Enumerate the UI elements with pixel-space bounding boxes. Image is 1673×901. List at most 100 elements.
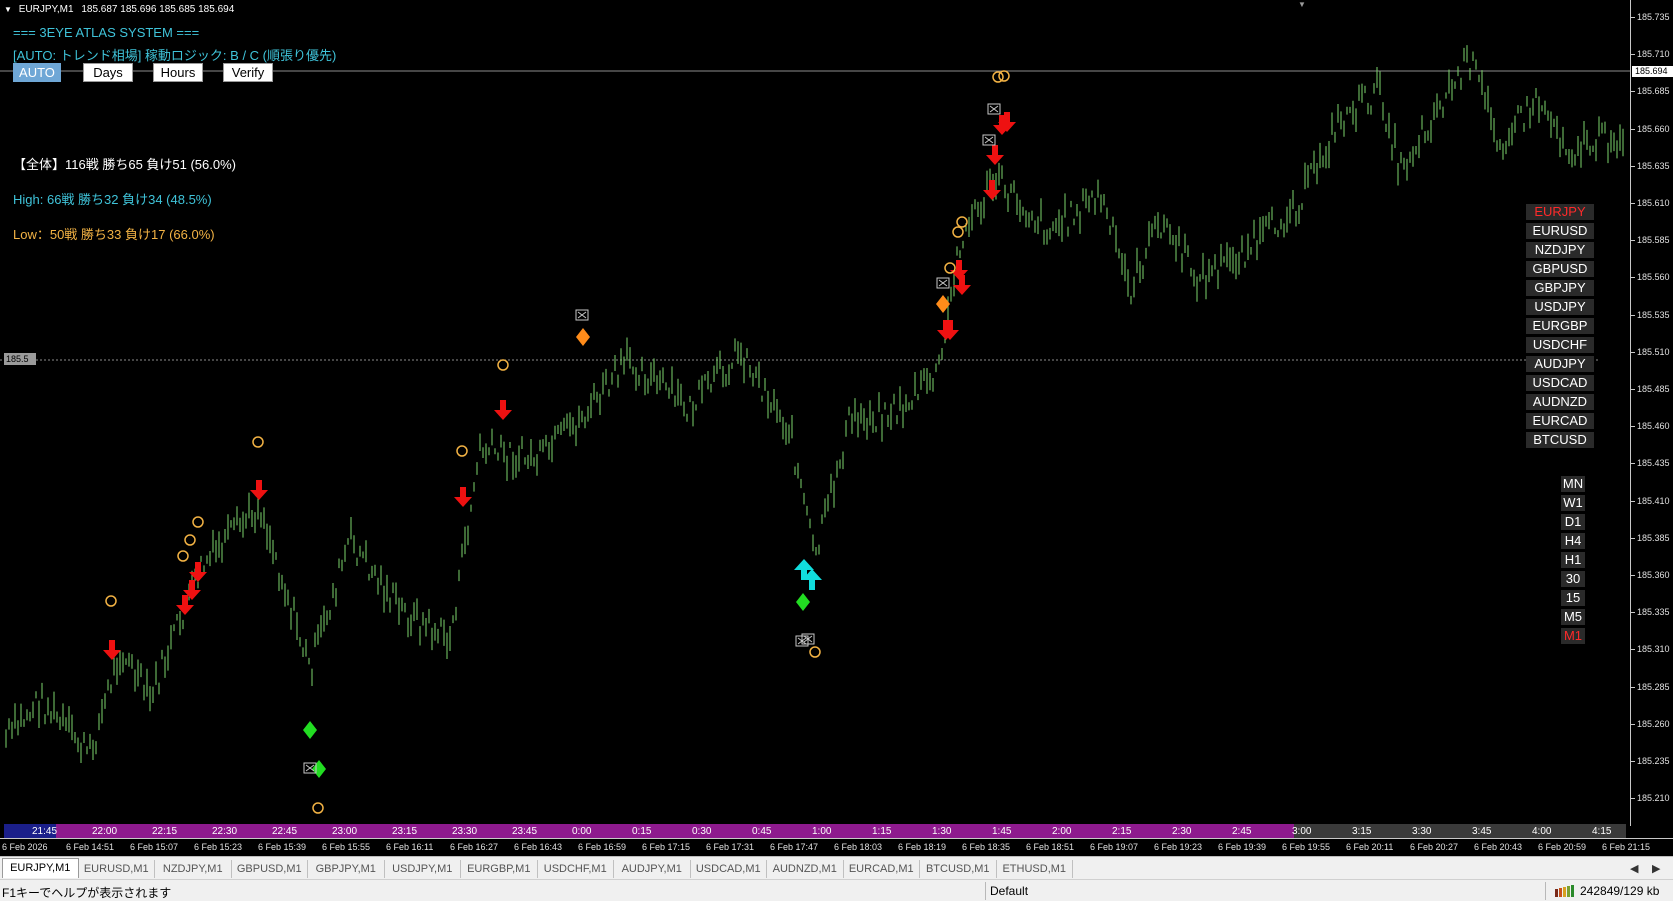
price-tick-mark [1631, 723, 1635, 725]
symbol-button-usdjpy[interactable]: USDJPY [1526, 299, 1594, 315]
price-tick-mark [1631, 463, 1635, 465]
time-axis-label: 6 Feb 16:11 [386, 842, 434, 852]
session-time-label: 3:00 [1292, 826, 1312, 837]
symbol-button-btcusd[interactable]: BTCUSD [1526, 432, 1594, 448]
symbol-button-nzdjpy[interactable]: NZDJPY [1526, 242, 1594, 258]
symbol-button-eurusd[interactable]: EURUSD [1526, 223, 1594, 239]
chart-shift-marker-icon[interactable]: ▼ [1298, 0, 1306, 9]
hours-button[interactable]: Hours [153, 63, 203, 82]
time-axis-label: 6 Feb 18:19 [898, 842, 947, 852]
timeframe-button-mn[interactable]: MN [1561, 476, 1585, 492]
price-tick-label: 185.260 [1637, 718, 1670, 729]
price-tick-label: 185.535 [1637, 309, 1670, 320]
price-tick-mark [1631, 314, 1635, 316]
session-time-label: 1:45 [992, 826, 1012, 837]
entry-diamond-icon [303, 721, 317, 739]
timeframe-button-h1[interactable]: H1 [1561, 552, 1585, 568]
price-scale[interactable]: 185.735 185.710 185.685 185.660 185.635 185.6… [1630, 0, 1673, 826]
exit-circle-icon [192, 516, 204, 528]
sell-arrow-icon [986, 145, 1004, 165]
chart-tab-ethusd-m1[interactable]: ETHUSD,M1 [997, 860, 1073, 878]
price-tick-mark [1631, 686, 1635, 688]
sell-arrow-icon [983, 180, 1001, 200]
chart-tab-audnzd-m1[interactable]: AUDNZD,M1 [767, 860, 844, 878]
chart-tab-btcusd-m1[interactable]: BTCUSD,M1 [920, 860, 997, 878]
price-tick-mark [1631, 128, 1635, 130]
symbol-button-eurjpy[interactable]: EURJPY [1526, 204, 1594, 220]
symbol-button-eurgbp[interactable]: EURGBP [1526, 318, 1594, 334]
session-time-label: 0:15 [632, 826, 652, 837]
chart-tab-audjpy-m1[interactable]: AUDJPY,M1 [614, 860, 691, 878]
symbol-button-audjpy[interactable]: AUDJPY [1526, 356, 1594, 372]
price-tick-label: 185.285 [1637, 681, 1670, 692]
session-time-label: 0:00 [572, 826, 592, 837]
tab-scroll-right-icon[interactable]: ▶ [1652, 862, 1660, 875]
time-axis-label: 6 Feb 17:47 [770, 842, 819, 852]
chart-tab-usdchf-m1[interactable]: USDCHF,M1 [538, 860, 614, 878]
timeframe-button-d1[interactable]: D1 [1561, 514, 1585, 530]
connection-bars-icon[interactable] [1555, 885, 1577, 897]
symbol-button-usdchf[interactable]: USDCHF [1526, 337, 1594, 353]
symbol-button-usdcad[interactable]: USDCAD [1526, 375, 1594, 391]
chart-tab-eurgbp-m1[interactable]: EURGBP,M1 [461, 860, 538, 878]
status-bar: F1キーでヘルプが表示されます Default 242849/129 kb [0, 879, 1673, 901]
sell-arrow-icon [494, 400, 512, 420]
verify-button[interactable]: Verify [223, 63, 273, 82]
time-axis-label: 6 Feb 16:59 [578, 842, 627, 852]
price-tick-label: 185.360 [1637, 570, 1670, 580]
symbol-button-audnzd[interactable]: AUDNZD [1526, 394, 1594, 410]
chart-tab-strip: EURJPY,M1 EURUSD,M1 NZDJPY,M1 GBPUSD,M1 GBPJ… [0, 856, 1673, 879]
auto-button[interactable]: AUTO [13, 63, 61, 82]
timeframe-button-15[interactable]: 15 [1561, 590, 1585, 606]
chart-tab-usdcad-m1[interactable]: USDCAD,M1 [691, 860, 767, 878]
symbol-button-gbpusd[interactable]: GBPUSD [1526, 261, 1594, 277]
price-tick-label: 185.560 [1637, 272, 1670, 283]
chart-tab-gbpjpy-m1[interactable]: GBPJPY,M1 [308, 860, 385, 878]
price-tick-label: 185.235 [1637, 756, 1670, 766]
price-tick-label: 185.485 [1637, 384, 1670, 394]
session-time-label: 22:15 [152, 826, 178, 837]
session-time-label: 3:30 [1412, 826, 1432, 837]
status-traffic: 242849/129 kb [1580, 884, 1660, 898]
time-axis-label: 6 Feb 19:39 [1218, 842, 1267, 852]
exit-circle-icon [456, 445, 468, 457]
timeframe-button-30[interactable]: 30 [1561, 571, 1585, 587]
candlestick-chart[interactable] [0, 0, 1630, 826]
session-time-label: 2:00 [1052, 826, 1072, 837]
chart-tab-eurcad-m1[interactable]: EURCAD,M1 [844, 860, 920, 878]
price-chart[interactable]: ▼ ▼ EURJPY,M1 185.687 185.696 185.685 18… [0, 0, 1630, 838]
exit-circle-icon [809, 646, 821, 658]
symbol-button-gbpjpy[interactable]: GBPJPY [1526, 280, 1594, 296]
time-axis-label: 6 Feb 18:51 [1026, 842, 1075, 852]
price-tick-label: 185.510 [1637, 346, 1670, 357]
exit-circle-icon [105, 595, 117, 607]
timeframe-button-h4[interactable]: H4 [1561, 533, 1585, 549]
timeframe-button-m5[interactable]: M5 [1561, 609, 1585, 625]
status-help-text: F1キーでヘルプが表示されます [2, 886, 172, 900]
days-button[interactable]: Days [83, 63, 133, 82]
chart-menu-icon[interactable]: ▼ [4, 5, 12, 14]
chart-tab-nzdjpy-m1[interactable]: NZDJPY,M1 [155, 860, 232, 878]
session-time-label: 3:45 [1472, 826, 1492, 837]
price-tick-mark [1631, 165, 1635, 167]
price-tick-label: 185.460 [1637, 421, 1670, 432]
chart-tab-eurjpy-m1[interactable]: EURJPY,M1 [2, 858, 79, 878]
time-axis-label: 6 Feb 14:51 [66, 842, 115, 852]
chart-tab-gbpusd-m1[interactable]: GBPUSD,M1 [232, 860, 308, 878]
chart-tab-usdjpy-m1[interactable]: USDJPY,M1 [385, 860, 461, 878]
chart-tab-eurusd-m1[interactable]: EURUSD,M1 [79, 860, 155, 878]
time-axis[interactable]: 6 Feb 2026 6 Feb 14:51 6 Feb 15:07 6 Feb 15… [0, 838, 1673, 856]
time-axis-label: 6 Feb 17:31 [706, 842, 755, 852]
stats-low: Low：50戦 勝ち33 負け17 (66.0%) [13, 227, 215, 242]
exit-circle-icon [944, 262, 956, 274]
stats-total: 【全体】116戦 勝ち65 負け51 (56.0%) [13, 157, 236, 172]
symbol-button-eurcad[interactable]: EURCAD [1526, 413, 1594, 429]
timeframe-button-m1[interactable]: M1 [1561, 628, 1585, 644]
tab-scroll-left-icon[interactable]: ◀ [1630, 862, 1638, 875]
session-time-label: 23:15 [392, 826, 418, 837]
chart-ohlc: 185.687 185.696 185.685 185.694 [81, 4, 235, 15]
price-tick-mark [1631, 389, 1635, 390]
timeframe-button-w1[interactable]: W1 [1561, 495, 1585, 511]
session-time-label: 2:30 [1172, 826, 1192, 837]
entry-diamond-icon [796, 593, 810, 611]
